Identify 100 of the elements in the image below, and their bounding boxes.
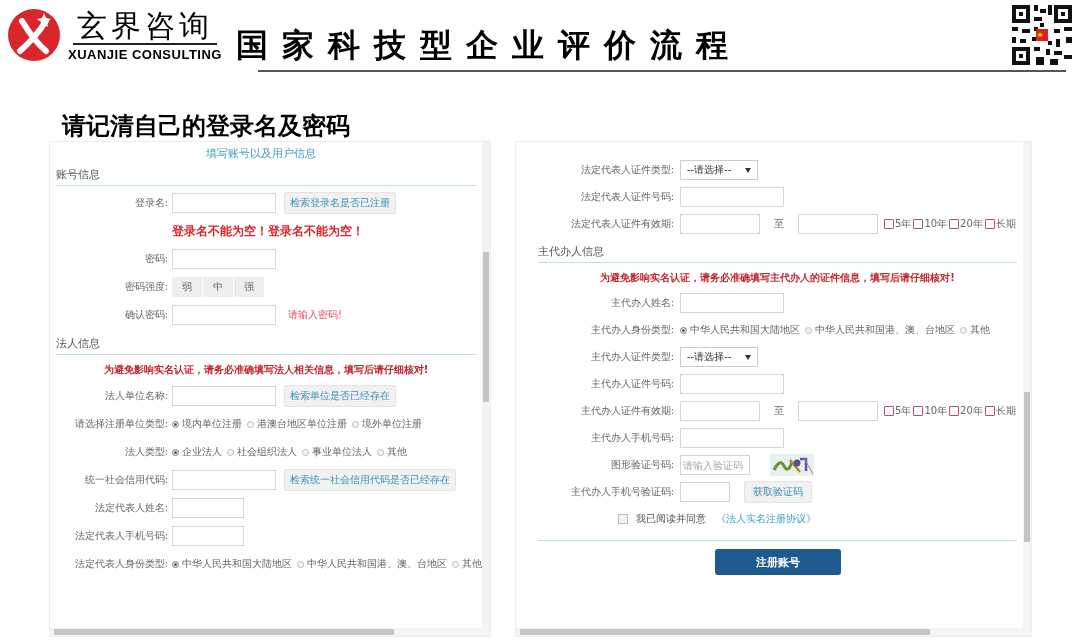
field-label: 主代办人身份类型: bbox=[589, 323, 674, 337]
agree-label: 我已阅读并同意 bbox=[636, 512, 706, 526]
field-label: 法人类型: bbox=[123, 445, 168, 459]
checkbox[interactable] bbox=[913, 406, 924, 416]
brand-subtitle: XUANJIE CONSULTING bbox=[68, 46, 222, 62]
check-button[interactable]: 检索单位是否已经存在 bbox=[284, 385, 396, 407]
input-field[interactable] bbox=[680, 187, 784, 207]
checkbox-label: 长期 bbox=[995, 404, 1016, 418]
select-field[interactable]: --请选择-- bbox=[680, 347, 759, 367]
checkbox-label: 10年 bbox=[924, 404, 948, 418]
page-title: 国家科技型企业评价流程 bbox=[234, 25, 743, 66]
field-label: 法人单位名称: bbox=[103, 389, 168, 403]
form-title: 填写账号以及用户信息 bbox=[206, 146, 317, 161]
radio-button[interactable] bbox=[352, 420, 359, 428]
radio-label: 其他 bbox=[970, 323, 990, 337]
qr-code-icon bbox=[1010, 3, 1074, 67]
field-label: 确认密码: bbox=[123, 308, 168, 322]
check-button[interactable]: 获取验证码 bbox=[744, 481, 812, 503]
field-label: 法定代表人姓名: bbox=[93, 501, 168, 515]
radio-button[interactable] bbox=[680, 326, 687, 334]
checkbox[interactable] bbox=[618, 514, 628, 524]
range-separator: 至 bbox=[774, 404, 784, 418]
checkbox-label: 20年 bbox=[960, 404, 983, 418]
radio-button[interactable] bbox=[297, 560, 304, 568]
field-label: 图形验证号码: bbox=[609, 458, 674, 472]
input-field[interactable] bbox=[680, 214, 760, 234]
select-field[interactable]: --请选择-- bbox=[680, 160, 759, 180]
checkbox[interactable] bbox=[884, 406, 894, 416]
range-separator: 至 bbox=[774, 217, 784, 231]
logo-icon bbox=[6, 7, 62, 63]
radio-label: 中华人民共和国港、澳、台地区 bbox=[307, 557, 447, 571]
radio-button[interactable] bbox=[247, 420, 254, 428]
section-heading: 主代办人信息 bbox=[538, 240, 1017, 263]
radio-label: 企业法人 bbox=[182, 445, 222, 459]
checkbox[interactable] bbox=[913, 219, 924, 229]
input-field[interactable] bbox=[680, 428, 784, 448]
radio-label: 境外单位注册 bbox=[362, 417, 422, 431]
notice-text: 为避免影响实名认证，请务必准确填写主代办人的证件信息，填写后请仔细核对! bbox=[599, 271, 956, 285]
error-message: 登录名不能为空！登录名不能为空！ bbox=[172, 222, 364, 240]
input-field[interactable] bbox=[680, 401, 760, 421]
field-label: 法定代表人证件有效期: bbox=[569, 217, 674, 231]
input-field[interactable] bbox=[172, 249, 276, 269]
strength-level: 弱 bbox=[172, 277, 202, 297]
input-field[interactable] bbox=[172, 193, 276, 213]
input-field[interactable] bbox=[172, 305, 276, 325]
input-field[interactable] bbox=[798, 214, 878, 234]
radio-button[interactable] bbox=[452, 560, 459, 568]
radio-button[interactable] bbox=[227, 448, 234, 456]
scrollbar[interactable] bbox=[1023, 142, 1031, 628]
strength-level: 中 bbox=[203, 277, 233, 297]
radio-label: 中华人民共和国大陆地区 bbox=[182, 557, 292, 571]
hint-text: 请输入密码! bbox=[288, 308, 342, 322]
input-field[interactable] bbox=[798, 401, 878, 421]
checkbox-label: 长期 bbox=[995, 217, 1016, 231]
field-label: 密码强度: bbox=[123, 280, 168, 294]
checkbox[interactable] bbox=[949, 406, 960, 416]
checkbox-label: 5年 bbox=[895, 217, 912, 231]
input-field[interactable] bbox=[680, 482, 730, 502]
scrollbar[interactable] bbox=[516, 628, 1031, 636]
agreement-link[interactable]: 《法人实名注册协议》 bbox=[716, 512, 816, 526]
notice-text: 为避免影响实名认证，请务必准确填写法人相关信息，填写后请仔细核对! bbox=[102, 363, 430, 377]
radio-label: 其他 bbox=[387, 445, 407, 459]
radio-label: 港澳台地区单位注册 bbox=[257, 417, 347, 431]
field-label: 法定代表人证件号码: bbox=[579, 190, 674, 204]
radio-button[interactable] bbox=[377, 448, 384, 456]
radio-button[interactable] bbox=[960, 326, 967, 334]
field-label: 法定代表人证件类型: bbox=[579, 163, 674, 177]
field-label: 主代办人姓名: bbox=[609, 296, 674, 310]
input-field[interactable] bbox=[172, 386, 276, 406]
checkbox[interactable] bbox=[984, 219, 995, 229]
radio-button[interactable] bbox=[302, 448, 309, 456]
scrollbar[interactable] bbox=[482, 142, 490, 628]
register-button[interactable]: 注册账号 bbox=[714, 549, 841, 575]
input-field[interactable] bbox=[680, 293, 784, 313]
input-field[interactable] bbox=[680, 374, 784, 394]
field-label: 主代办人证件类型: bbox=[589, 350, 674, 364]
section-heading: 法人信息 bbox=[56, 332, 476, 355]
radio-label: 其他 bbox=[462, 557, 482, 571]
section-heading: 账号信息 bbox=[56, 163, 476, 186]
field-label: 法定代表人手机号码: bbox=[73, 529, 168, 543]
input-field[interactable] bbox=[172, 498, 244, 518]
field-label: 登录名: bbox=[133, 196, 168, 210]
field-label: 请选择注册单位类型: bbox=[73, 417, 168, 431]
checkbox[interactable] bbox=[984, 406, 995, 416]
field-label: 主代办人证件号码: bbox=[589, 377, 674, 391]
check-button[interactable]: 检索登录名是否已注册 bbox=[284, 192, 396, 214]
radio-label: 中华人民共和国大陆地区 bbox=[690, 323, 800, 337]
checkbox[interactable] bbox=[949, 219, 960, 229]
input-field[interactable] bbox=[172, 526, 244, 546]
scrollbar[interactable] bbox=[50, 628, 490, 636]
radio-button[interactable] bbox=[805, 326, 812, 334]
captcha-field[interactable]: 请输入验证码 bbox=[680, 455, 750, 475]
radio-button[interactable] bbox=[172, 420, 179, 428]
field-label: 主代办人证件有效期: bbox=[579, 404, 674, 418]
field-label: 主代办人手机号验证码: bbox=[569, 485, 674, 499]
radio-label: 境内单位注册 bbox=[182, 417, 242, 431]
checkbox[interactable] bbox=[884, 219, 894, 229]
check-button[interactable]: 检索统一社会信用代码是否已经存在 bbox=[284, 469, 456, 491]
checkbox-label: 10年 bbox=[924, 217, 948, 231]
input-field[interactable] bbox=[172, 470, 276, 490]
